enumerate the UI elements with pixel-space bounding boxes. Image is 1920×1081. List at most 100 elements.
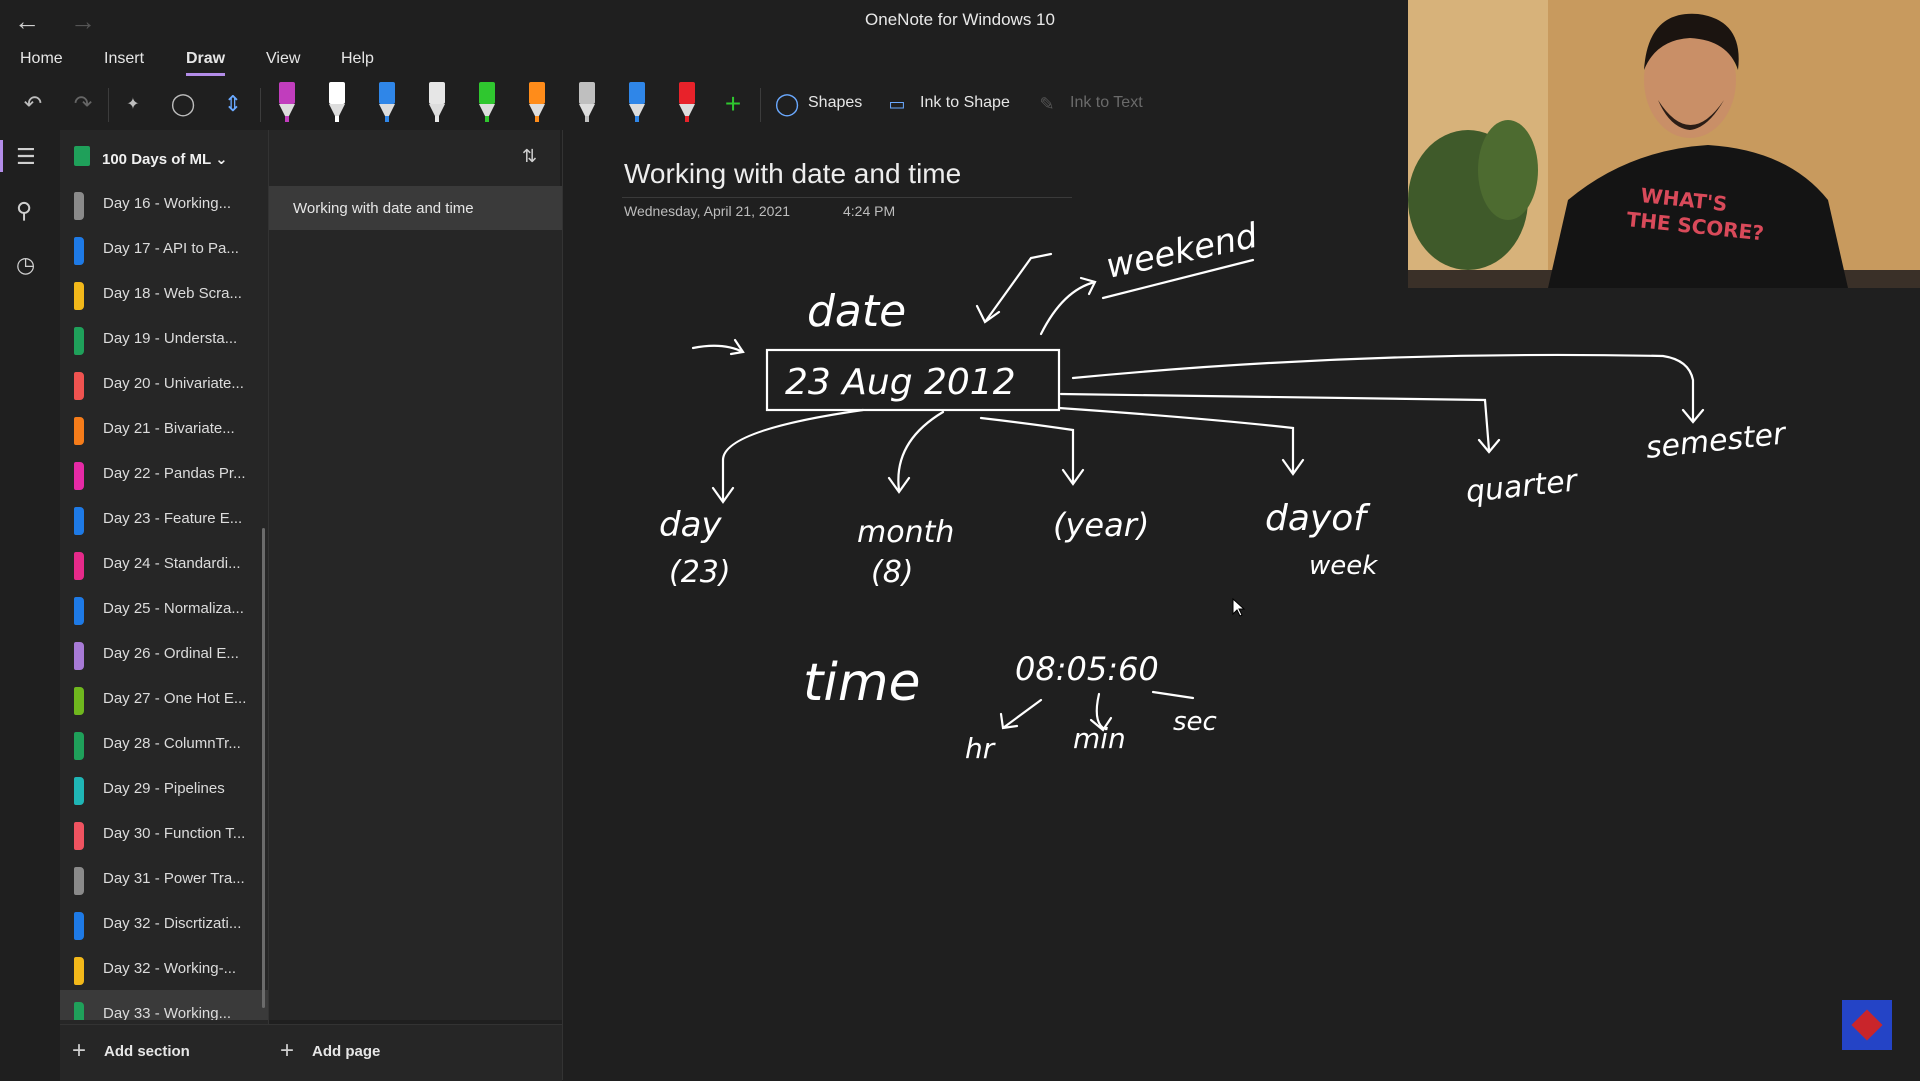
pen-8-icon[interactable]: [622, 82, 652, 130]
section-item[interactable]: Day 33 - Working...: [60, 990, 268, 1020]
menu-view[interactable]: View: [266, 50, 300, 68]
section-item-label: Day 21 - Bivariate...: [103, 420, 235, 437]
section-item[interactable]: Day 30 - Function T...: [60, 810, 268, 855]
section-color-tab: [74, 912, 84, 940]
pen-barrel: [429, 82, 445, 104]
section-item[interactable]: Day 18 - Web Scra...: [60, 270, 268, 315]
search-icon[interactable]: ⚲: [16, 198, 32, 224]
webcam-overlay: WHAT'S THE SCORE?: [1408, 0, 1920, 288]
ink-date-value: 23 Aug 2012: [785, 362, 1016, 403]
section-color-tab: [74, 822, 84, 850]
pen-4-icon[interactable]: [422, 82, 452, 130]
pane-bottom-bar: + Add section + Add page: [60, 1024, 562, 1081]
section-item[interactable]: Day 19 - Understa...: [60, 315, 268, 360]
ink-time-word: time: [803, 653, 920, 713]
toolbar-divider: [760, 88, 761, 122]
dayofweek-branch: [1057, 406, 1305, 476]
section-item[interactable]: Day 26 - Ordinal E...: [60, 630, 268, 675]
ink-year: (year): [1053, 506, 1149, 544]
section-item-label: Day 31 - Power Tra...: [103, 870, 245, 887]
section-color-tab: [74, 867, 84, 895]
section-color-tab: [74, 327, 84, 355]
section-item[interactable]: Day 32 - Discrtizati...: [60, 900, 268, 945]
section-color-tab: [74, 462, 84, 490]
pen-9-icon[interactable]: [672, 82, 702, 130]
section-item[interactable]: Day 16 - Working...: [60, 180, 268, 225]
pen-barrel: [379, 82, 395, 104]
section-item[interactable]: Day 24 - Standardi...: [60, 540, 268, 585]
ink-date-word: date: [807, 286, 906, 337]
section-item[interactable]: Day 27 - One Hot E...: [60, 675, 268, 720]
section-item[interactable]: Day 20 - Univariate...: [60, 360, 268, 405]
semester-branch: [1071, 353, 1705, 424]
menu-help[interactable]: Help: [341, 50, 374, 68]
navigation-rail: ☰ ⚲ ◷: [0, 130, 60, 1080]
section-item-label: Day 30 - Function T...: [103, 825, 246, 842]
add-section-button[interactable]: Add section: [104, 1043, 190, 1060]
section-color-tab: [74, 552, 84, 580]
menu-insert[interactable]: Insert: [104, 50, 144, 68]
lasso-select-icon[interactable]: ✦: [118, 86, 148, 122]
quarter-branch: [1059, 392, 1501, 454]
recent-clock-icon[interactable]: ◷: [16, 252, 35, 278]
ink-quarter: quarter: [1464, 463, 1580, 510]
month-branch: [887, 410, 945, 494]
notebook-header: 100 Days of ML ⌄ ⇅: [60, 130, 560, 186]
pen-nib: [535, 116, 539, 122]
pen-1-icon[interactable]: [272, 82, 302, 130]
pen-barrel: [279, 82, 295, 104]
shapes-button[interactable]: Shapes: [808, 94, 862, 112]
menu-draw[interactable]: Draw: [186, 50, 226, 76]
shapes-icon[interactable]: ◯: [772, 86, 802, 122]
section-item[interactable]: Day 31 - Power Tra...: [60, 855, 268, 900]
page-item-label: Working with date and time: [293, 200, 474, 217]
pen-5-icon[interactable]: [472, 82, 502, 130]
sections-scrollbar[interactable]: [262, 528, 265, 1008]
section-color-tab: [74, 192, 84, 220]
notebook-name[interactable]: 100 Days of ML ⌄: [102, 150, 228, 168]
section-item[interactable]: Day 29 - Pipelines: [60, 765, 268, 810]
ink-semester: semester: [1644, 416, 1788, 466]
page-item[interactable]: Working with date and time: [268, 186, 562, 230]
section-item[interactable]: Day 22 - Pandas Pr...: [60, 450, 268, 495]
section-item-label: Day 25 - Normaliza...: [103, 600, 244, 617]
add-page-button[interactable]: Add page: [312, 1043, 380, 1060]
section-item-label: Day 28 - ColumnTr...: [103, 735, 241, 752]
ink-time-value: 08:05:60: [1015, 650, 1159, 688]
section-item[interactable]: Day 25 - Normaliza...: [60, 585, 268, 630]
section-item[interactable]: Day 28 - ColumnTr...: [60, 720, 268, 765]
add-page-plus-icon[interactable]: +: [280, 1037, 294, 1065]
pen-7-icon[interactable]: [572, 82, 602, 130]
add-section-plus-icon[interactable]: +: [72, 1037, 86, 1065]
sec-stroke: [1151, 690, 1195, 700]
section-item[interactable]: Day 21 - Bivariate...: [60, 405, 268, 450]
pen-6-icon[interactable]: [522, 82, 552, 130]
title-underline: [622, 197, 1072, 198]
section-item[interactable]: Day 32 - Working-...: [60, 945, 268, 990]
notebooks-icon[interactable]: ☰: [0, 140, 36, 172]
ink-drawing: date 23 Aug 2012 weekend day (23) month …: [659, 220, 1789, 765]
section-item[interactable]: Day 17 - API to Pa...: [60, 225, 268, 270]
section-item-label: Day 32 - Discrtizati...: [103, 915, 242, 932]
webcam-feed: WHAT'S THE SCORE?: [1408, 0, 1920, 288]
pen-2-icon[interactable]: [322, 82, 352, 130]
sort-pages-icon[interactable]: ⇅: [522, 146, 537, 167]
section-item-label: Day 19 - Understa...: [103, 330, 238, 347]
page-title[interactable]: Working with date and time: [624, 158, 961, 190]
pen-3-icon[interactable]: [372, 82, 402, 130]
pen-nib: [635, 116, 639, 122]
section-color-tab: [74, 732, 84, 760]
ink-to-shape-icon[interactable]: ▭: [882, 86, 912, 122]
section-item[interactable]: Day 23 - Feature E...: [60, 495, 268, 540]
add-space-icon[interactable]: ⇕: [218, 86, 248, 122]
weekend-arrow-2: [1039, 276, 1097, 336]
add-pen-icon[interactable]: +: [718, 86, 748, 122]
redo-icon[interactable]: ↷: [68, 86, 98, 122]
ink-to-shape-button[interactable]: Ink to Shape: [920, 94, 1010, 112]
section-item-label: Day 20 - Univariate...: [103, 375, 244, 392]
eraser-icon[interactable]: ◯: [168, 86, 198, 122]
menu-home[interactable]: Home: [20, 50, 63, 68]
pen-nib: [385, 116, 389, 122]
undo-icon[interactable]: ↶: [18, 86, 48, 122]
section-item-label: Day 29 - Pipelines: [103, 780, 225, 797]
